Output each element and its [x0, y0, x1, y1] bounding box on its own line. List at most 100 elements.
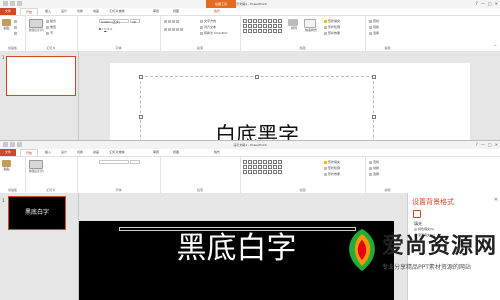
font-size-combo[interactable] [130, 160, 140, 164]
font-name-combo[interactable]: Calibri (正文) [99, 19, 129, 24]
format-painter-icon [14, 31, 17, 35]
tab-animations[interactable]: 动画 [90, 8, 102, 15]
layout-button[interactable]: 版式 [46, 19, 56, 23]
font-color-icon[interactable]: A [110, 27, 112, 31]
paste-button[interactable]: 粘贴 [2, 160, 11, 171]
window-title: 演示文稿1 - PowerPoint [233, 2, 267, 6]
fill-bucket-icon[interactable] [413, 210, 421, 218]
strike-button[interactable]: S [107, 27, 109, 31]
resize-handle[interactable] [255, 75, 259, 79]
font-name-combo[interactable] [99, 160, 129, 164]
close-icon[interactable]: ✕ [495, 142, 498, 147]
collapse-ribbon-icon[interactable]: ^ [494, 44, 497, 49]
slide-thumbnail-1[interactable] [6, 56, 76, 96]
find-icon [369, 19, 372, 23]
shapes-gallery[interactable] [243, 160, 282, 174]
format-pane-title: 设置背景格式 [412, 198, 454, 206]
shape-outline-button[interactable]: 形状轮廓 [324, 166, 340, 170]
replace-button[interactable]: 替换 [369, 166, 379, 170]
convert-smartart-button[interactable]: 转换为 SmartArt [200, 31, 228, 35]
tab-transitions[interactable]: 切换 [74, 149, 86, 156]
pane-close-icon[interactable]: ✕ [494, 197, 498, 203]
slide-canvas[interactable]: 白底黑字 [110, 63, 470, 150]
tab-slideshow[interactable]: 幻灯片放映 [106, 8, 128, 15]
paragraph-group-label: 段落 [196, 46, 203, 50]
bullets-button[interactable] [164, 19, 179, 23]
tab-design[interactable]: 设计 [58, 149, 70, 156]
align-text-button[interactable]: 对齐文本 [200, 25, 216, 29]
underline-button[interactable]: U [104, 27, 106, 31]
font-size-combo[interactable]: 18 [130, 19, 140, 24]
shape-effects-button[interactable]: 形状效果 [324, 31, 340, 35]
tab-insert[interactable]: 插入 [42, 8, 54, 15]
close-icon[interactable]: ✕ [495, 1, 498, 6]
resize-handle[interactable] [139, 75, 143, 79]
slides-group: 新建幻灯片 幻灯片 [25, 157, 78, 193]
resize-handle[interactable] [139, 115, 143, 119]
minimize-icon[interactable]: — [481, 142, 485, 147]
paste-button[interactable]: 粘贴 [2, 19, 11, 30]
shapes-gallery[interactable] [243, 19, 282, 33]
arrange-button[interactable]: 排列 [288, 19, 300, 30]
select-button[interactable]: 选择 [369, 172, 379, 176]
shape-fill-button[interactable]: 形状填充 [324, 160, 340, 164]
tab-slideshow[interactable]: 幻灯片放映 [106, 149, 128, 156]
new-slide-button[interactable]: 新建幻灯片 [29, 19, 44, 32]
cut-button[interactable] [14, 19, 17, 23]
section-button[interactable]: 节 [46, 31, 53, 35]
format-painter-button[interactable] [14, 31, 17, 35]
tab-review[interactable]: 审阅 [150, 149, 162, 156]
arrange-icon [288, 19, 298, 26]
tab-file[interactable]: 文件 [0, 8, 16, 15]
tab-transitions[interactable]: 切换 [74, 8, 86, 15]
tab-format[interactable]: 格式 [210, 149, 224, 156]
font-style-buttons[interactable]: B I U S A [99, 27, 112, 31]
reset-button[interactable]: 重置 [46, 25, 56, 29]
select-icon [369, 172, 372, 176]
cut-icon [14, 19, 17, 23]
maximize-icon[interactable]: □ [488, 1, 492, 6]
ribbon-tabs: 文件 开始 插入 设计 切换 动画 幻灯片放映 审阅 视图 格式 [0, 8, 500, 15]
font-group: Calibri (正文) 18 B I U S A 字体 [77, 16, 161, 51]
text-direction-button[interactable]: 文字方向 [200, 19, 216, 23]
align-buttons[interactable] [164, 27, 183, 31]
shape-effects-button[interactable]: 形状效果 [324, 172, 340, 176]
select-button[interactable]: 选择 [369, 31, 379, 35]
shape-fill-button[interactable]: 形状填充 [324, 19, 340, 23]
tab-file[interactable]: 文件 [0, 149, 16, 156]
replace-button[interactable]: 替换 [369, 25, 379, 29]
copy-button[interactable] [14, 25, 17, 29]
tab-review[interactable]: 审阅 [150, 8, 162, 15]
new-slide-button[interactable]: 新建幻灯片 [29, 160, 44, 173]
editing-group-label: 编辑 [384, 188, 391, 192]
clipboard-group-label: 剪贴板 [7, 188, 17, 192]
tab-format[interactable]: 格式 [210, 8, 224, 15]
slide-thumbnail-1[interactable]: 黑底白字 [8, 196, 66, 230]
editing-group: 查找 替换 选择 编辑 [365, 16, 410, 51]
tab-home[interactable]: 开始 [20, 149, 38, 156]
shape-outline-button[interactable]: 形状轮廓 [324, 25, 340, 29]
drawing-group: 形状填充 形状轮廓 形状效果 绘图 [240, 157, 366, 193]
help-icon[interactable]: ? [476, 142, 478, 147]
title-placeholder[interactable]: 白底黑字 [140, 76, 374, 150]
bold-button[interactable]: B [99, 27, 101, 31]
drawing-group: 排列 快速样式 形状填充 形状轮廓 形状效果 绘图 [240, 16, 366, 51]
quick-styles-button[interactable]: 快速样式 [304, 19, 318, 32]
tab-design[interactable]: 设计 [58, 8, 70, 15]
drawing-group-label: 绘图 [299, 188, 306, 192]
slide-thumbnail-pane: 1 [0, 51, 79, 150]
help-icon[interactable]: ? [476, 1, 478, 6]
find-button[interactable]: 查找 [369, 160, 379, 164]
tab-view[interactable]: 视图 [170, 149, 182, 156]
resize-handle[interactable] [372, 75, 376, 79]
tab-view[interactable]: 视图 [170, 8, 182, 15]
find-button[interactable]: 查找 [369, 19, 379, 23]
tab-animations[interactable]: 动画 [90, 149, 102, 156]
italic-button[interactable]: I [102, 27, 103, 31]
tab-insert[interactable]: 插入 [42, 149, 54, 156]
maximize-icon[interactable]: □ [488, 142, 492, 147]
title-bar: 演示文稿1 - PowerPoint 绘图工具 ? — □ ✕ [0, 0, 500, 8]
resize-handle[interactable] [372, 115, 376, 119]
tab-home[interactable]: 开始 [20, 8, 38, 15]
minimize-icon[interactable]: — [481, 1, 485, 6]
